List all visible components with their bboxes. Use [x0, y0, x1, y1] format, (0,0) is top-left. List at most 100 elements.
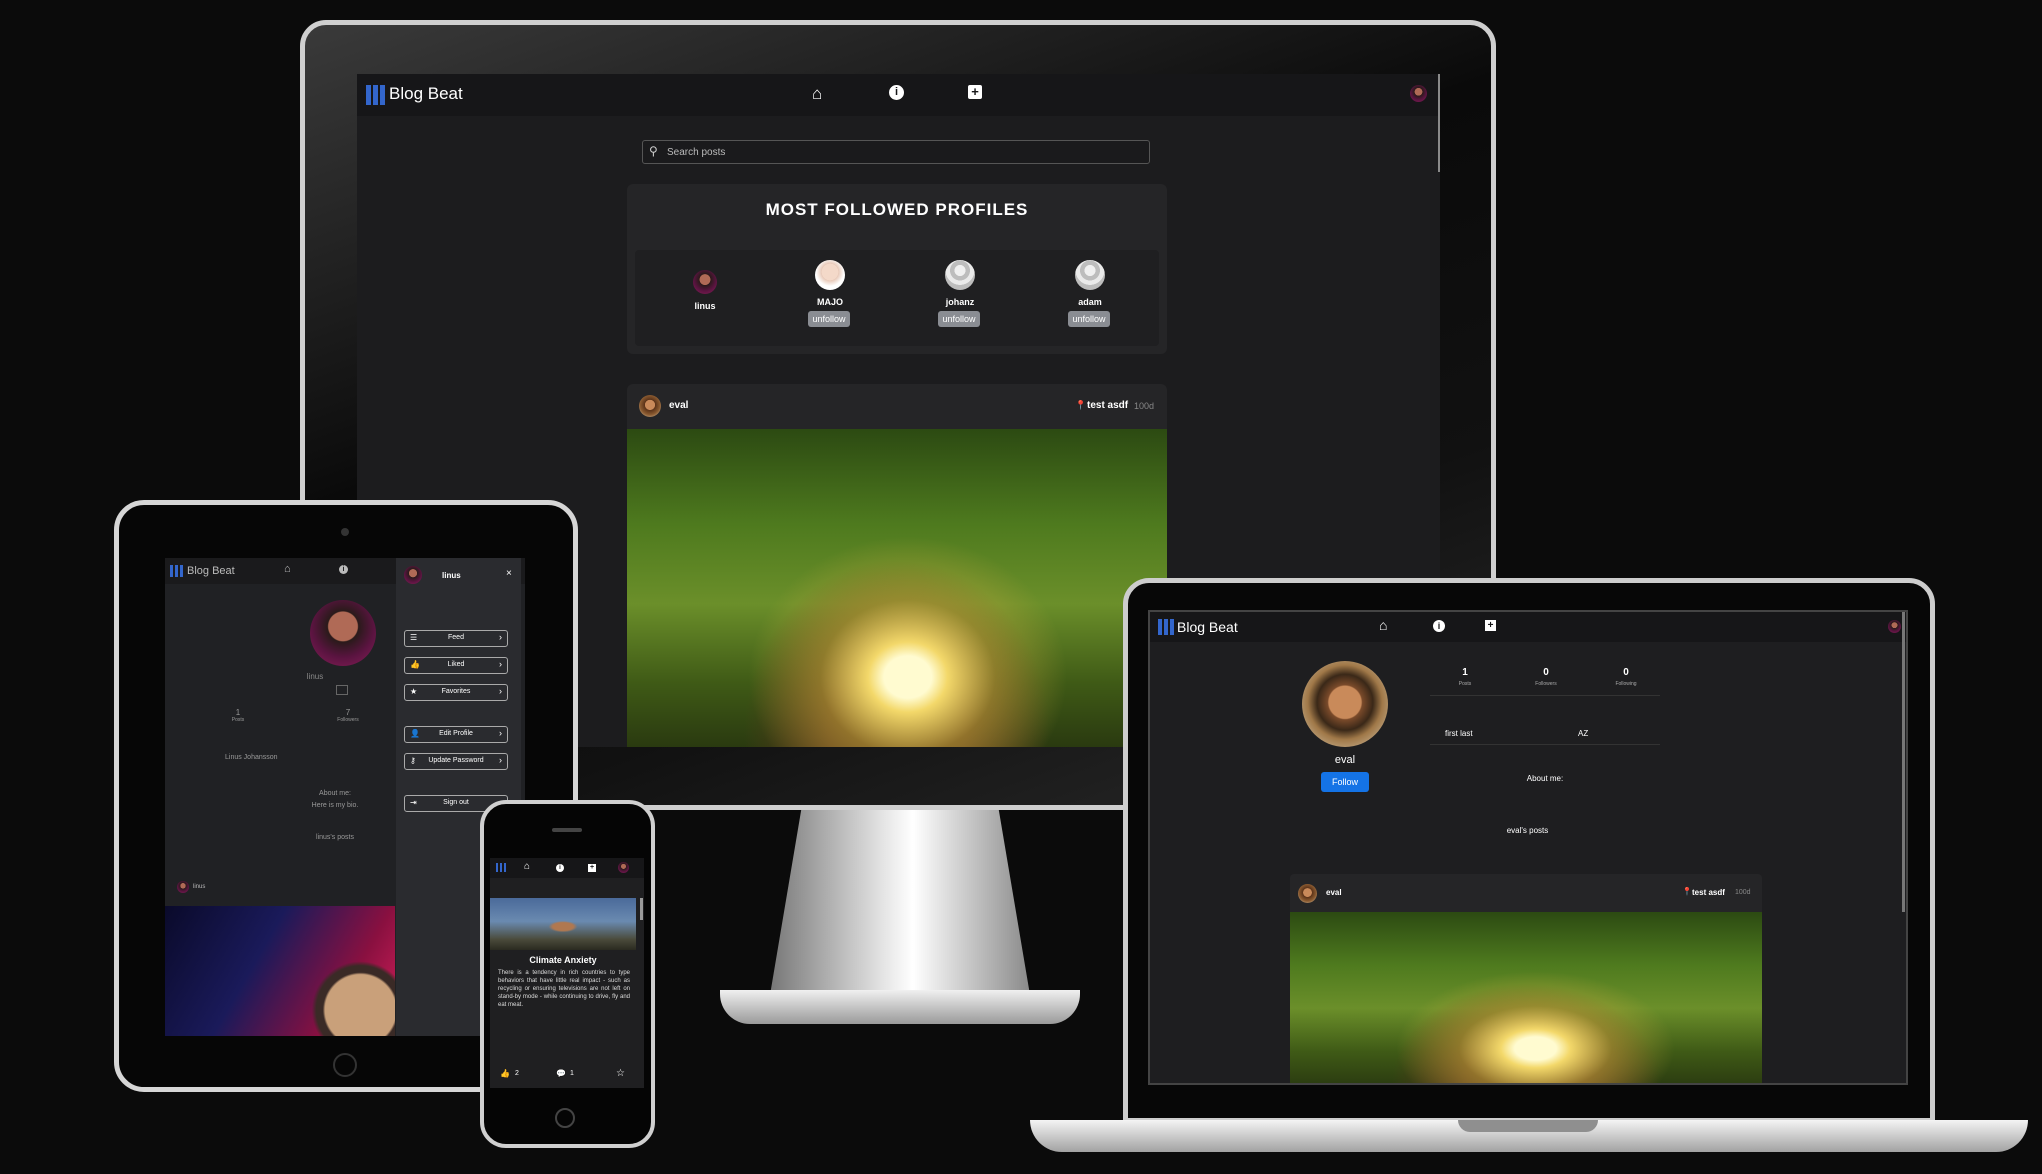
profiles-row: linus MAJO unfollow johanz unfollow adam…	[635, 250, 1159, 346]
chevron-right-icon: ›	[499, 632, 502, 642]
search-icon: ⚲	[649, 144, 658, 158]
profile-linus[interactable]: linus	[693, 270, 717, 311]
search-input[interactable]: ⚲ Search posts	[642, 140, 1150, 164]
follow-button[interactable]: Follow	[1321, 772, 1369, 792]
unfollow-button[interactable]: unfollow	[1068, 311, 1110, 327]
post-author[interactable]: eval	[669, 400, 688, 411]
laptop-navbar: Blog Beat ⌂ i +	[1150, 612, 1906, 642]
chevron-right-icon: ›	[499, 686, 502, 696]
post-author-avatar[interactable]	[1298, 884, 1317, 903]
chevron-right-icon: ›	[499, 659, 502, 669]
user-avatar[interactable]	[1888, 620, 1901, 633]
most-followed-title: MOST FOLLOWED PROFILES	[765, 200, 1029, 219]
stat-following[interactable]: 0 Following	[1606, 667, 1646, 687]
post-image-portrait[interactable]	[165, 906, 395, 1036]
menu-item-label: Liked	[447, 661, 465, 668]
profile-avatar-large	[310, 600, 376, 666]
profile-full-name: Linus Johansson	[225, 754, 278, 761]
laptop-screen: Blog Beat ⌂ i + eval Follow 1 Posts 0 Fo…	[1148, 610, 1908, 1085]
profile-majo[interactable]: MAJO unfollow	[808, 260, 852, 327]
home-icon[interactable]: ⌂	[284, 563, 291, 575]
stat-value: 7	[345, 708, 351, 717]
info-icon[interactable]: i	[889, 85, 904, 100]
info-icon[interactable]: i	[1433, 620, 1445, 632]
phone-speaker	[552, 828, 582, 832]
avatar	[1075, 260, 1105, 290]
post-age: 100d	[1735, 889, 1751, 896]
scrollbar[interactable]	[1438, 74, 1440, 172]
home-icon[interactable]: ⌂	[812, 84, 822, 104]
user-avatar[interactable]	[618, 862, 629, 873]
message-icon[interactable]	[336, 685, 348, 695]
post-author[interactable]: linus	[193, 884, 205, 890]
chevron-right-icon: ›	[499, 755, 502, 765]
phone-home-button[interactable]	[555, 1108, 575, 1128]
stat-value: 0	[1623, 667, 1629, 678]
stat-label: Posts	[1458, 681, 1472, 687]
post-age: 100d	[1134, 401, 1155, 411]
menu-item-favorites[interactable]: ★ Favorites ›	[404, 684, 508, 701]
scrollbar[interactable]	[640, 898, 643, 920]
add-post-icon[interactable]: +	[588, 864, 596, 872]
home-icon[interactable]: ⌂	[524, 861, 530, 872]
profile-johanz[interactable]: johanz unfollow	[938, 260, 982, 327]
home-icon[interactable]: ⌂	[1379, 617, 1387, 633]
chevron-right-icon: ›	[499, 728, 502, 738]
comment-count: 1	[570, 1070, 574, 1077]
post-header: eval 📍 test asdf 100d	[627, 384, 1167, 429]
profile-adam[interactable]: adam unfollow	[1068, 260, 1112, 327]
menu-item-label: Feed	[448, 634, 464, 641]
unfollow-button[interactable]: unfollow	[938, 311, 980, 327]
post-image-tree[interactable]	[627, 429, 1167, 747]
stat-followers[interactable]: 7 Followers	[333, 708, 363, 723]
logo-icon[interactable]	[496, 863, 506, 872]
profile-name: first last	[1445, 729, 1473, 738]
avatar	[815, 260, 845, 290]
post-author-avatar[interactable]	[639, 395, 661, 417]
stat-label: Following	[1615, 681, 1637, 687]
like-count: 2	[515, 1070, 519, 1077]
menu-item-update-password[interactable]: ⚷ Update Password ›	[404, 753, 508, 770]
info-icon[interactable]: i	[339, 565, 348, 574]
post-header: eval 📍 test asdf 100d	[1290, 874, 1762, 912]
stat-value: 1	[1462, 667, 1468, 678]
tablet-home-button[interactable]	[333, 1053, 357, 1077]
thumbs-up-icon[interactable]: 👍	[500, 1069, 510, 1078]
avatar	[945, 260, 975, 290]
app-logo-text[interactable]: Blog Beat	[389, 84, 463, 104]
phone-screen: ⌂ i + Climate Anxiety There is a tendenc…	[490, 858, 644, 1088]
menu-username: linus	[442, 571, 461, 580]
app-logo-text[interactable]: Blog Beat	[1177, 619, 1238, 635]
post-location: test asdf	[1087, 400, 1129, 411]
post-author[interactable]: eval	[1326, 888, 1342, 897]
divider	[1430, 744, 1660, 745]
user-avatar[interactable]	[1410, 85, 1427, 102]
menu-item-edit-profile[interactable]: 👤 Edit Profile ›	[404, 726, 508, 743]
posts-heading: eval's posts	[1506, 826, 1549, 835]
add-post-icon[interactable]: +	[968, 85, 982, 99]
post-author-avatar[interactable]	[177, 881, 189, 893]
menu-item-label: Favorites	[441, 688, 471, 695]
profile-location: AZ	[1578, 729, 1589, 738]
logo-icon	[1158, 619, 1174, 635]
close-icon[interactable]: ×	[506, 568, 512, 579]
menu-item-liked[interactable]: 👍 Liked ›	[404, 657, 508, 674]
divider	[1430, 695, 1660, 696]
add-post-icon[interactable]: +	[1485, 620, 1496, 631]
menu-item-feed[interactable]: ☰ Feed ›	[404, 630, 508, 647]
stat-followers[interactable]: 0 Followers	[1526, 667, 1566, 687]
menu-item-label: Edit Profile	[439, 730, 473, 737]
info-icon[interactable]: i	[556, 864, 564, 872]
scrollbar[interactable]	[1902, 612, 1905, 912]
star-icon[interactable]: ☆	[616, 1068, 625, 1079]
post-image-man[interactable]	[490, 898, 636, 950]
stat-label: Posts	[231, 717, 245, 723]
app-logo-text[interactable]: Blog Beat	[187, 565, 235, 577]
menu-avatar	[404, 566, 422, 584]
post-title[interactable]: Climate Anxiety	[490, 955, 636, 965]
unfollow-button[interactable]: unfollow	[808, 311, 850, 327]
logo-icon	[170, 565, 183, 577]
comments-icon[interactable]: 💬	[556, 1069, 566, 1078]
post-image-tree[interactable]	[1290, 912, 1762, 1083]
profile-avatar-large	[1302, 661, 1388, 747]
